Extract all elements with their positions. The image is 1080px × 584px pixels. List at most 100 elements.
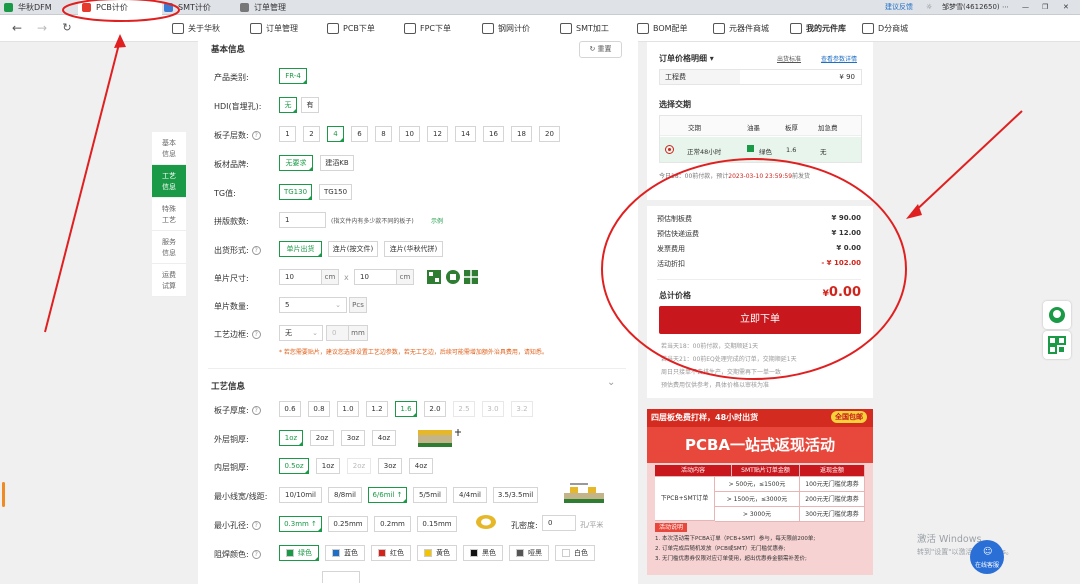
outer-copper-option[interactable]: 4oz bbox=[372, 430, 396, 446]
customer-service-float[interactable] bbox=[1043, 301, 1071, 329]
bell-icon[interactable]: ☼ bbox=[926, 0, 932, 15]
ship-form-option[interactable]: 连片(华秋代拼) bbox=[384, 241, 443, 257]
panel-count-input[interactable]: 1 bbox=[279, 212, 326, 228]
sidenav-item[interactable]: 特殊工艺 bbox=[152, 198, 186, 231]
layer-option[interactable]: 10 bbox=[399, 126, 420, 142]
layer-option[interactable]: 18 bbox=[511, 126, 532, 142]
nav-item[interactable]: 元器件商城 bbox=[713, 21, 769, 37]
back-icon[interactable]: ← bbox=[10, 21, 24, 35]
sidenav-item[interactable]: 运费试算 bbox=[152, 264, 186, 297]
inner-copper-option[interactable]: 1oz bbox=[316, 458, 340, 474]
inner-copper-option[interactable]: 3oz bbox=[378, 458, 402, 474]
layer-option[interactable]: 8 bbox=[375, 126, 392, 142]
hdi-option[interactable]: 有 bbox=[301, 97, 319, 113]
collapse-chevron-icon[interactable]: ⌄ bbox=[607, 377, 615, 388]
outer-copper-option[interactable]: 3oz bbox=[341, 430, 365, 446]
thickness-option[interactable]: 3.0 bbox=[482, 401, 504, 417]
nav-item[interactable]: BOM配单 bbox=[637, 21, 688, 37]
next-row-option[interactable] bbox=[322, 571, 360, 583]
layer-option[interactable]: 16 bbox=[483, 126, 504, 142]
tab-smt-pricing[interactable]: SMT计价 bbox=[160, 0, 230, 15]
layer-option[interactable]: 14 bbox=[455, 126, 476, 142]
trace-option[interactable]: 4/4mil bbox=[453, 487, 487, 503]
sidenav-item[interactable]: 基本信息 bbox=[152, 132, 186, 165]
min-hole-option[interactable]: 0.3mm ↑ bbox=[279, 516, 322, 532]
inner-copper-option[interactable]: 0.5oz bbox=[279, 458, 309, 474]
solder-mask-option[interactable]: 蓝色 bbox=[325, 545, 365, 561]
example-link[interactable]: 示例 bbox=[431, 216, 443, 225]
tab-order-management[interactable]: 订单管理 bbox=[236, 0, 316, 15]
thickness-option[interactable]: 2.5 bbox=[453, 401, 475, 417]
param-detail-link[interactable]: 查看参数详情 bbox=[821, 54, 857, 63]
left-edge-handle[interactable] bbox=[2, 482, 5, 507]
maximize-icon[interactable]: ❐ bbox=[1042, 0, 1048, 15]
shipping-standard-link[interactable]: 出货标准 bbox=[777, 54, 801, 63]
minimize-icon[interactable]: — bbox=[1022, 0, 1029, 15]
layer-option[interactable]: 12 bbox=[427, 126, 448, 142]
sidenav-item[interactable]: 服务信息 bbox=[152, 231, 186, 264]
brand-option[interactable]: 无要求 bbox=[279, 155, 313, 171]
qr-code-float[interactable] bbox=[1043, 331, 1071, 359]
tg-option[interactable]: TG130 bbox=[279, 184, 312, 200]
thickness-option[interactable]: 0.8 bbox=[308, 401, 330, 417]
solder-mask-option[interactable]: 哑黑 bbox=[509, 545, 549, 561]
ship-form-option[interactable]: 单片出货 bbox=[279, 241, 322, 257]
tg-option[interactable]: TG150 bbox=[319, 184, 352, 200]
thickness-option[interactable]: 0.6 bbox=[279, 401, 301, 417]
trace-option[interactable]: 6/6mil ↑ bbox=[368, 487, 407, 503]
thickness-option[interactable]: 1.0 bbox=[337, 401, 359, 417]
layer-option[interactable]: 6 bbox=[351, 126, 368, 142]
place-order-button[interactable]: 立即下单 bbox=[659, 306, 861, 334]
solder-mask-option[interactable]: 黄色 bbox=[417, 545, 457, 561]
tab-pcb-pricing[interactable]: PCB计价 bbox=[78, 0, 162, 15]
hole-density-input[interactable]: 0 bbox=[542, 515, 576, 531]
sidenav-item[interactable]: 工艺信息 bbox=[152, 165, 186, 198]
solder-mask-option[interactable]: 红色 bbox=[371, 545, 411, 561]
delivery-row[interactable]: 正常48小时 绿色 1.6 无 bbox=[660, 137, 861, 162]
min-hole-option[interactable]: 0.25mm bbox=[328, 516, 368, 532]
thickness-option[interactable]: 3.2 bbox=[511, 401, 533, 417]
thickness-option[interactable]: 1.2 bbox=[366, 401, 388, 417]
reset-button[interactable]: ↻ 重置 bbox=[579, 41, 622, 58]
min-hole-option[interactable]: 0.15mm bbox=[417, 516, 457, 532]
trace-option[interactable]: 10/10mil bbox=[279, 487, 322, 503]
tab-huaqiu-dfm[interactable]: 华秋DFM bbox=[0, 0, 70, 15]
promo-banner[interactable]: 四层板免费打样，48小时出货 全国包邮 PCBA一站式返现活动 活动内容 SMT… bbox=[647, 409, 873, 575]
trace-option[interactable]: 8/8mil bbox=[328, 487, 362, 503]
forward-icon[interactable]: → bbox=[35, 21, 49, 35]
solder-mask-option[interactable]: 白色 bbox=[555, 545, 595, 561]
inner-copper-option[interactable]: 4oz bbox=[409, 458, 433, 474]
solder-mask-option[interactable]: 黑色 bbox=[463, 545, 503, 561]
qty-select[interactable]: 5 ⌄ bbox=[279, 297, 347, 313]
help-icon[interactable]: ? bbox=[251, 131, 261, 140]
user-name[interactable]: 邹梦雪(4612650) bbox=[942, 0, 1000, 15]
close-icon[interactable]: ✕ bbox=[1063, 0, 1069, 15]
min-hole-option[interactable]: 0.2mm bbox=[374, 516, 411, 532]
trace-option[interactable]: 3.5/3.5mil bbox=[493, 487, 538, 503]
price-detail-title[interactable]: 订单价格明细 ▾ bbox=[659, 53, 714, 64]
inner-copper-option[interactable]: 2oz bbox=[347, 458, 371, 474]
help-icon[interactable]: ? bbox=[251, 246, 261, 255]
outer-copper-option[interactable]: 2oz bbox=[310, 430, 334, 446]
online-service-button[interactable]: ☺ 在线客服 bbox=[970, 540, 1004, 574]
edge-select[interactable]: 无 ⌄ bbox=[279, 325, 323, 341]
layer-option[interactable]: 1 bbox=[279, 126, 296, 142]
brand-option[interactable]: 建滔KB bbox=[320, 155, 354, 171]
trace-option[interactable]: 5/5mil bbox=[413, 487, 447, 503]
ship-form-option[interactable]: 连片(按文件) bbox=[328, 241, 378, 257]
reload-icon[interactable]: ↻ bbox=[60, 21, 74, 34]
nav-item[interactable]: 我的元件库 bbox=[790, 21, 846, 37]
help-icon[interactable]: ? bbox=[251, 550, 261, 559]
help-icon[interactable]: ? bbox=[251, 330, 261, 339]
layer-option[interactable]: 2 bbox=[303, 126, 320, 142]
help-icon[interactable]: ? bbox=[251, 406, 261, 415]
thickness-option[interactable]: 1.6 bbox=[395, 401, 417, 417]
help-icon[interactable]: ? bbox=[251, 521, 261, 530]
layer-option[interactable]: 20 bbox=[539, 126, 560, 142]
product-type-fr4[interactable]: FR-4 bbox=[279, 68, 307, 84]
layer-option[interactable]: 4 bbox=[327, 126, 344, 142]
more-icon[interactable]: ⋯ bbox=[1002, 0, 1009, 15]
outer-copper-option[interactable]: 1oz bbox=[279, 430, 303, 446]
solder-mask-option[interactable]: 绿色 bbox=[279, 545, 319, 561]
thickness-option[interactable]: 2.0 bbox=[424, 401, 446, 417]
